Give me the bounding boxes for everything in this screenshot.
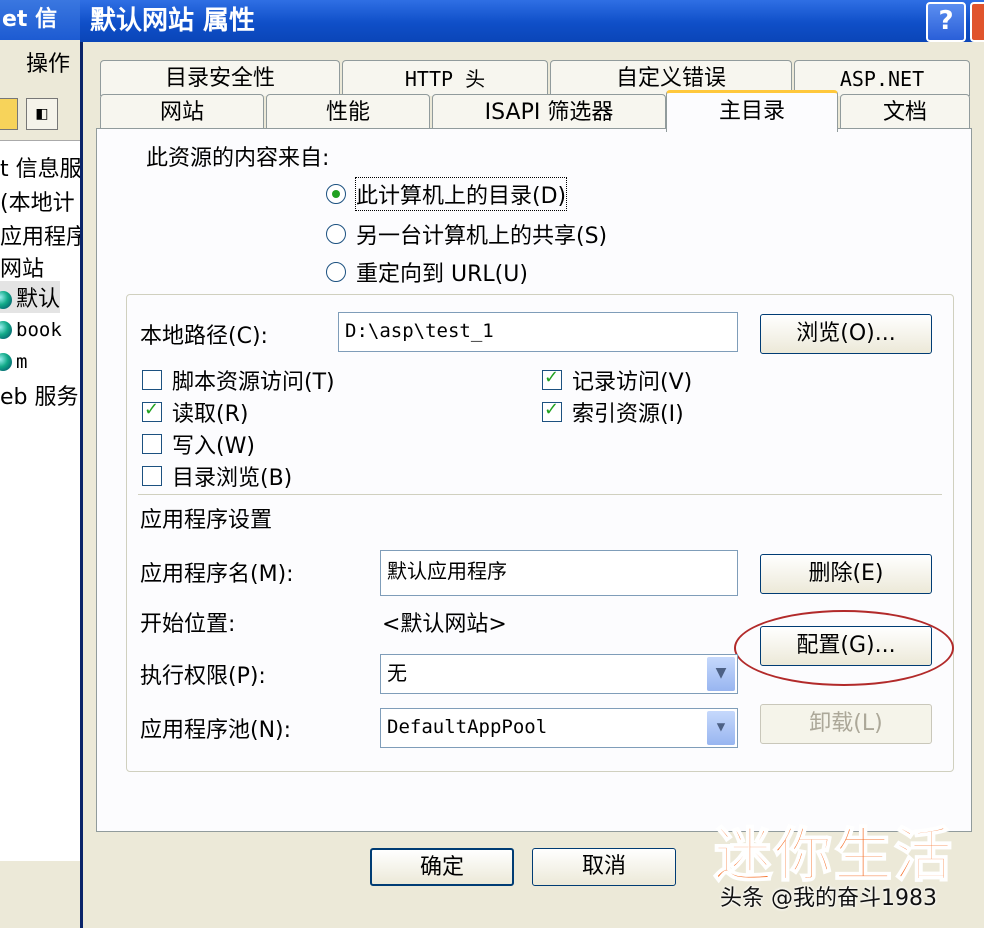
- app-pool-value: DefaultAppPool: [387, 716, 548, 738]
- section-divider: [138, 494, 942, 495]
- menu-action[interactable]: 操作: [26, 40, 70, 90]
- app-pool-label: 应用程序池(N):: [140, 718, 292, 743]
- globe-icon: [0, 291, 12, 309]
- checkbox-log-visits[interactable]: [542, 367, 562, 390]
- tree-item[interactable]: 网站: [0, 251, 44, 283]
- radio-local-directory-label[interactable]: 此计算机上的目录(D): [354, 177, 568, 211]
- ok-button[interactable]: 确定: [370, 848, 514, 886]
- app-settings-heading: 应用程序设置: [140, 508, 273, 533]
- chevron-down-icon[interactable]: ▼: [707, 711, 735, 745]
- checkbox-write[interactable]: [142, 434, 162, 454]
- unload-button[interactable]: 卸载(L): [760, 704, 932, 744]
- local-path-field[interactable]: D:\asp\test_1: [338, 312, 738, 352]
- tree-item[interactable]: eb 服务: [0, 379, 79, 411]
- tree-item[interactable]: m: [0, 349, 27, 374]
- radio-network-share[interactable]: [326, 224, 346, 244]
- tab-home-directory[interactable]: 主目录: [666, 90, 838, 132]
- tree-item[interactable]: (本地计: [0, 185, 75, 217]
- app-name-field[interactable]: 默认应用程序: [380, 550, 738, 596]
- checkbox-log-visits-label[interactable]: 记录访问(V): [572, 364, 692, 396]
- tree-item[interactable]: book: [0, 317, 62, 342]
- execute-permissions-label: 执行权限(P):: [140, 664, 266, 689]
- remove-button[interactable]: 删除(E): [760, 554, 932, 594]
- help-button[interactable]: ?: [926, 2, 966, 42]
- globe-icon: [0, 353, 12, 371]
- close-icon[interactable]: [970, 2, 984, 42]
- tab-directory-security[interactable]: 目录安全性: [100, 60, 340, 96]
- execute-permissions-select[interactable]: 无 ▼: [380, 654, 738, 694]
- tab-http-headers[interactable]: HTTP 头: [342, 60, 548, 96]
- radio-network-share-label[interactable]: 另一台计算机上的共享(S): [356, 218, 607, 250]
- tab-documents[interactable]: 文档: [840, 94, 970, 130]
- checkbox-directory-browsing-label[interactable]: 目录浏览(B): [172, 460, 292, 492]
- checkbox-read[interactable]: [142, 399, 162, 422]
- highlight-circle: [734, 610, 954, 686]
- tree-item[interactable]: 应用程序: [0, 219, 88, 251]
- checkbox-script-source-access-label[interactable]: 脚本资源访问(T): [172, 364, 335, 396]
- radio-local-directory[interactable]: [326, 184, 346, 204]
- start-point-label: 开始位置:: [140, 612, 236, 637]
- tab-website[interactable]: 网站: [100, 94, 264, 130]
- local-path-label: 本地路径(C):: [140, 324, 268, 349]
- tree-item[interactable]: t 信息服: [0, 151, 82, 183]
- app-name-label: 应用程序名(M):: [140, 562, 294, 587]
- chevron-down-icon[interactable]: ▼: [707, 657, 735, 691]
- app-pool-select[interactable]: DefaultAppPool ▼: [380, 708, 738, 748]
- checkbox-index-resource[interactable]: [542, 399, 562, 422]
- checkbox-read-label[interactable]: 读取(R): [172, 396, 248, 428]
- tab-performance[interactable]: 性能: [266, 94, 430, 130]
- checkbox-write-label[interactable]: 写入(W): [172, 428, 255, 460]
- folder-icon[interactable]: [0, 98, 18, 130]
- radio-redirect-url[interactable]: [326, 262, 346, 282]
- tree-item-selected[interactable]: 默认: [0, 281, 61, 313]
- execute-permissions-value: 无: [387, 661, 407, 685]
- checkbox-index-resource-label[interactable]: 索引资源(I): [572, 396, 684, 428]
- checkbox-script-source-access[interactable]: [142, 370, 162, 390]
- cancel-button[interactable]: 取消: [532, 848, 676, 886]
- globe-icon: [0, 321, 12, 339]
- checkbox-directory-browsing[interactable]: [142, 466, 162, 486]
- start-point-value: <默认网站>: [382, 612, 507, 637]
- watermark-caption: 头条 @我的奋斗1983: [720, 886, 937, 911]
- browse-button[interactable]: 浏览(O)...: [760, 314, 932, 354]
- show-hide-tree-icon[interactable]: ◧: [26, 98, 58, 130]
- dialog-title: 默认网站 属性: [90, 6, 256, 36]
- dialog-title-bar: 默认网站 属性 ?: [80, 0, 984, 42]
- tab-isapi-filters[interactable]: ISAPI 筛选器: [432, 94, 666, 130]
- radio-redirect-url-label[interactable]: 重定向到 URL(U): [356, 256, 528, 288]
- content-source-label: 此资源的内容来自:: [146, 146, 330, 171]
